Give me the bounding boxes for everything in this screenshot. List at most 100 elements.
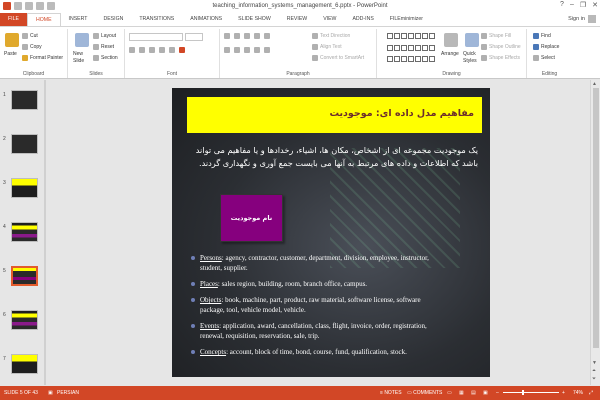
scroll-down-icon[interactable]: ▼ (592, 360, 597, 366)
new-slide-line2[interactable]: Slide (73, 58, 84, 64)
bullets-icon[interactable] (224, 33, 230, 39)
bold-icon[interactable] (129, 47, 135, 53)
tab-design[interactable]: DESIGN (95, 13, 131, 26)
close-icon[interactable]: ✕ (592, 1, 598, 9)
shadow-icon[interactable] (169, 47, 175, 53)
line-spacing-icon[interactable] (264, 33, 270, 39)
replace-button[interactable]: Replace (533, 44, 559, 50)
select-button[interactable]: Select (533, 55, 555, 61)
shape-brace2-icon[interactable] (422, 44, 428, 51)
comments-button[interactable]: ▭ COMMENTS (407, 390, 442, 396)
shape-line-icon[interactable] (387, 33, 393, 39)
tab-animations[interactable]: ANIMATIONS (182, 13, 230, 26)
tab-review[interactable]: REVIEW (279, 13, 315, 26)
tab-home[interactable]: HOME (26, 13, 61, 26)
zoom-slider[interactable] (503, 390, 559, 395)
new-slide-icon[interactable] (75, 33, 89, 47)
language-indicator[interactable]: PERSIAN (57, 390, 79, 396)
section-button[interactable]: Section (93, 55, 118, 61)
shape-oval-icon[interactable] (408, 33, 414, 39)
shape-brace-icon[interactable] (415, 44, 421, 51)
find-button[interactable]: Find (533, 33, 551, 39)
shape-star2-icon[interactable] (429, 44, 435, 51)
tab-transitions[interactable]: TRANSITIONS (131, 13, 182, 26)
slide-thumbnail[interactable] (11, 90, 38, 110)
arrange-icon[interactable] (444, 33, 458, 47)
reset-button[interactable]: Reset (93, 44, 114, 50)
restore-icon[interactable]: ❐ (580, 1, 586, 9)
shape-arrow2-icon[interactable] (394, 44, 400, 51)
increase-indent-icon[interactable] (254, 33, 260, 39)
shape-fill-button[interactable]: Shape Fill (481, 33, 511, 39)
proofing-icon[interactable]: ▣ (48, 390, 53, 396)
minimize-icon[interactable]: – (570, 1, 574, 9)
underline-icon[interactable] (149, 47, 155, 53)
paste-icon[interactable] (5, 33, 19, 47)
strikethrough-icon[interactable] (159, 47, 165, 53)
arrange-button[interactable]: Arrange (441, 51, 459, 57)
align-left-icon[interactable] (224, 47, 230, 53)
shape-star-icon[interactable] (408, 44, 414, 51)
tab-add-ins[interactable]: ADD-INS (344, 13, 381, 26)
slide-thumbnail[interactable] (11, 266, 38, 286)
slide-thumbnail[interactable] (11, 178, 38, 198)
shape-triangle-icon[interactable] (422, 33, 428, 39)
shape-line3-icon[interactable] (429, 33, 435, 39)
zoom-slider-knob[interactable] (521, 390, 524, 395)
copy-button[interactable]: Copy (22, 44, 42, 50)
scroll-up-icon[interactable]: ▲ (592, 81, 597, 87)
shape-effects-button[interactable]: Shape Effects (481, 55, 520, 61)
align-right-icon[interactable] (244, 47, 250, 53)
scrollbar-thumb[interactable] (593, 88, 599, 348)
new-slide-line1[interactable]: New (73, 51, 83, 57)
decrease-indent-icon[interactable] (244, 33, 250, 39)
font-name-input[interactable] (129, 33, 183, 41)
shape-heart-icon[interactable] (422, 56, 428, 63)
shape-rect2-icon[interactable] (415, 33, 421, 39)
slide-definition-text[interactable]: یک موجودیت مجموعه ای از اشخاص، مکان ها، … (184, 144, 478, 170)
layout-button[interactable]: Layout (93, 33, 116, 39)
align-center-icon[interactable] (234, 47, 240, 53)
vertical-scrollbar[interactable]: ▲ ▼ ⏶ ⏷ (590, 80, 600, 385)
normal-view-icon[interactable]: ▭ (447, 390, 452, 396)
slide-sorter-icon[interactable]: ▦ (459, 390, 464, 396)
sign-in[interactable]: Sign in (568, 15, 596, 23)
shape-hex-icon[interactable] (401, 56, 407, 63)
quick-styles-line2[interactable]: Styles (463, 58, 477, 64)
shape-chevron-icon[interactable] (408, 56, 414, 63)
tab-slide-show[interactable]: SLIDE SHOW (230, 13, 279, 26)
slide-thumbnail-pane[interactable]: 1 2 3 4 5 6 7 (0, 80, 44, 385)
shapes-gallery[interactable] (387, 33, 439, 67)
shape-cloud-icon[interactable] (415, 56, 421, 63)
slide-thumbnail[interactable] (11, 354, 38, 374)
paste-button[interactable]: Paste (4, 51, 17, 57)
align-text-button[interactable]: Align Text (312, 44, 342, 50)
convert-smartart-button[interactable]: Convert to SmartArt (312, 55, 364, 61)
shape-arrow-icon[interactable] (387, 44, 393, 51)
shape-more-icon[interactable] (429, 56, 435, 63)
italic-icon[interactable] (139, 47, 145, 53)
shape-curve-icon[interactable] (401, 44, 407, 51)
quick-styles-icon[interactable] (465, 33, 479, 47)
justify-icon[interactable] (254, 47, 260, 53)
reading-view-icon[interactable]: ▤ (471, 390, 476, 396)
font-size-input[interactable] (185, 33, 203, 41)
zoom-out-icon[interactable]: – (496, 390, 499, 396)
tab-insert[interactable]: INSERT (61, 13, 96, 26)
shape-rect-icon[interactable] (401, 33, 407, 39)
slideshow-view-icon[interactable]: ▣ (483, 390, 488, 396)
notes-button[interactable]: ≡ NOTES (380, 390, 402, 396)
tab-file[interactable]: FILE (0, 13, 27, 26)
entity-examples-list[interactable]: Persons: agency, contractor, customer, d… (191, 253, 446, 363)
text-direction-button[interactable]: Text Direction (312, 33, 350, 39)
entity-box[interactable]: نام موجودیت (220, 194, 283, 242)
slide-title-box[interactable]: مفاهیم مدل داده ای: موجودیت (187, 97, 482, 133)
fit-slide-icon[interactable]: ⤢ (589, 390, 593, 396)
shape-pentagon-icon[interactable] (394, 56, 400, 63)
shape-callout-icon[interactable] (387, 56, 393, 63)
shape-outline-button[interactable]: Shape Outline (481, 44, 521, 50)
help-icon[interactable]: ? (560, 1, 564, 9)
tab-view[interactable]: VIEW (315, 13, 344, 26)
slide-thumbnail[interactable] (11, 310, 38, 330)
slide-thumbnail[interactable] (11, 222, 38, 242)
